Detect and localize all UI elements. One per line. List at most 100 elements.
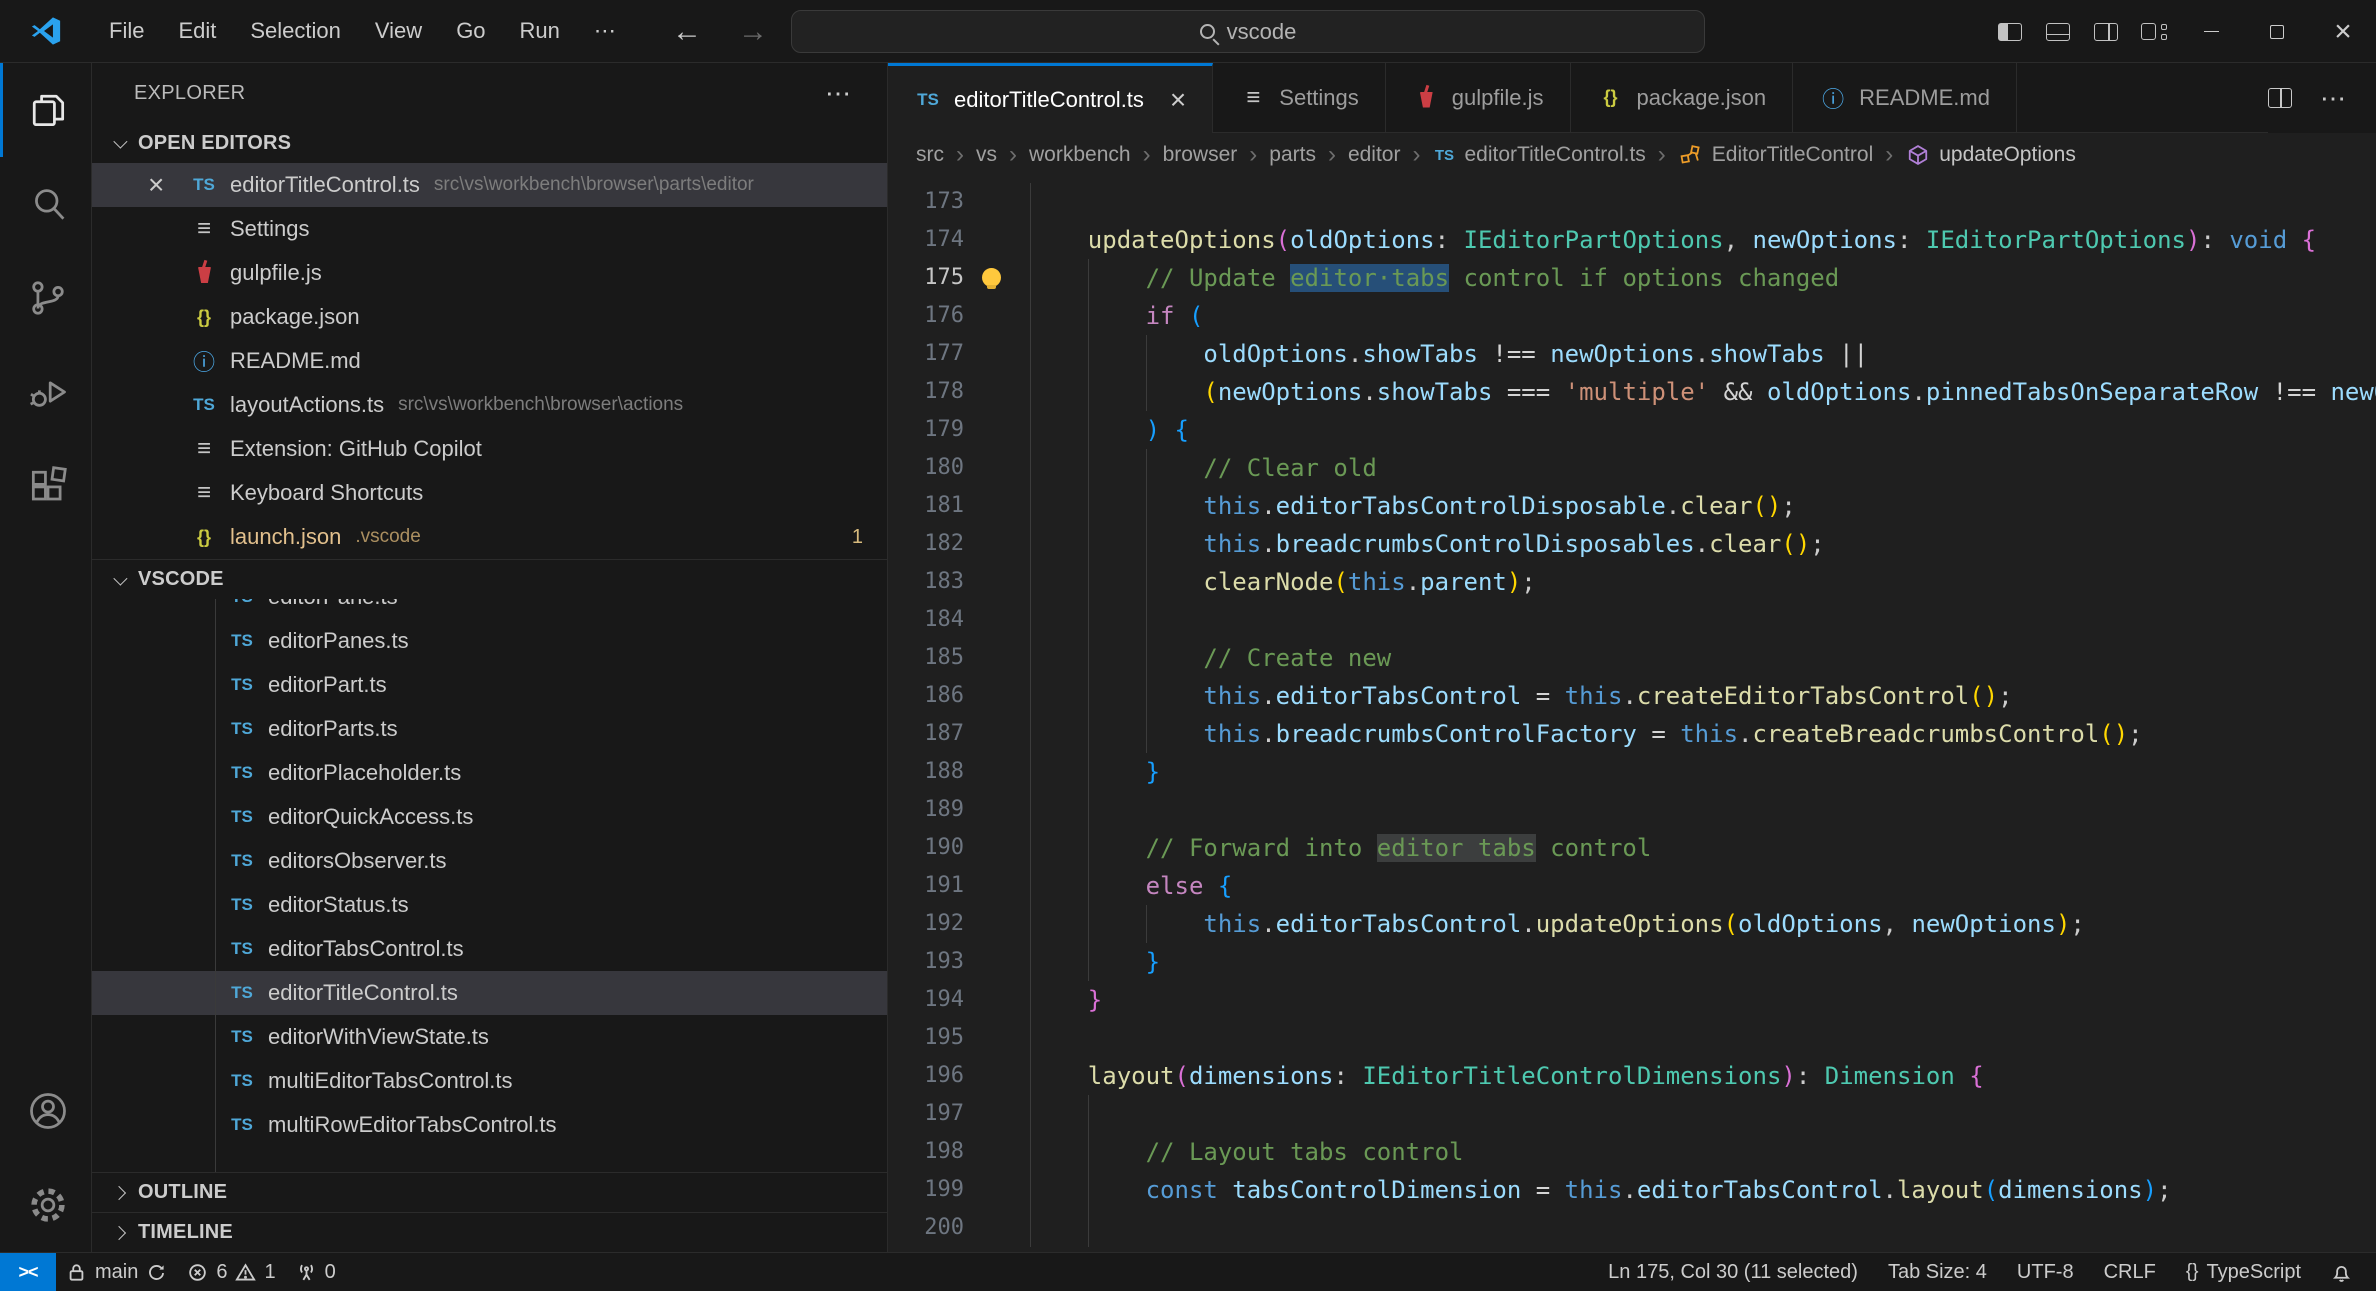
tree-item[interactable]: TS multiRowEditorTabsControl.ts xyxy=(92,1103,887,1147)
menu-selection[interactable]: Selection xyxy=(233,0,358,63)
indent-guide xyxy=(1030,487,1031,525)
minimize-button[interactable] xyxy=(2178,0,2244,63)
menu-view[interactable]: View xyxy=(358,0,439,63)
activity-explorer-icon[interactable] xyxy=(0,63,92,157)
tab-editorTitleControl.ts[interactable]: TS editorTitleControl.ts × xyxy=(888,63,1214,133)
tree-item[interactable]: TS editorWithViewState.ts xyxy=(92,1015,887,1059)
language-mode[interactable]: {} TypeScript xyxy=(2176,1253,2311,1291)
tab-package.json[interactable]: {} package.json xyxy=(1570,63,1794,132)
outline-section-header[interactable]: OUTLINE xyxy=(92,1172,887,1212)
menu-edit[interactable]: Edit xyxy=(161,0,233,63)
file-name: Extension: GitHub Copilot xyxy=(230,436,482,461)
line-number: 185 xyxy=(924,645,964,670)
activity-source-control-icon[interactable] xyxy=(0,251,92,345)
more-actions-icon[interactable]: ⋯ xyxy=(2320,83,2348,114)
file-name: editorTitleControl.ts xyxy=(230,172,420,197)
toggle-panel-button[interactable] xyxy=(2034,0,2082,63)
file-path: .vscode xyxy=(355,526,421,547)
notifications[interactable] xyxy=(2321,1253,2362,1291)
timeline-section-header[interactable]: TIMELINE xyxy=(92,1212,887,1252)
open-editor-item[interactable]: TS layoutActions.ts src\vs\workbench\brows… xyxy=(92,383,887,427)
lightbulb-icon[interactable] xyxy=(982,268,1001,289)
indent-guide xyxy=(1030,297,1031,335)
command-center-search[interactable]: vscode xyxy=(791,10,1705,53)
open-editors-list: × TS editorTitleControl.ts src\vs\workbench… xyxy=(92,163,887,559)
file-name: editorParts.ts xyxy=(268,716,398,741)
tree-item[interactable]: TS editorQuickAccess.ts xyxy=(92,795,887,839)
cursor-position[interactable]: Ln 175, Col 30 (11 selected) xyxy=(1598,1253,1868,1291)
activity-search-icon[interactable] xyxy=(0,157,92,251)
open-editor-item[interactable]: ≡ Extension: GitHub Copilot xyxy=(92,427,887,471)
tab-Settings[interactable]: ≡ Settings xyxy=(1213,63,1386,132)
ports-status[interactable]: 0 xyxy=(286,1253,346,1291)
customize-layout-button[interactable] xyxy=(2130,0,2178,63)
code-line: 199 const tabsControlDimension = this.edi… xyxy=(888,1171,2376,1209)
tab-gulpfile.js[interactable]: gulpfile.js xyxy=(1385,63,1571,132)
tree-item[interactable]: TS editorParts.ts xyxy=(92,707,887,751)
tree-item[interactable]: TS editorPanes.ts xyxy=(92,619,887,663)
tree-item[interactable]: TS editorPane.ts xyxy=(92,599,887,619)
tree-item[interactable]: TS editorPart.ts xyxy=(92,663,887,707)
open-editor-item[interactable]: {} package.json xyxy=(92,295,887,339)
tab-size[interactable]: Tab Size: 4 xyxy=(1878,1253,1997,1291)
breadcrumb-item[interactable]: TS editorTitleControl.ts xyxy=(1432,143,1646,167)
open-editor-item[interactable]: ≡ Settings xyxy=(92,207,887,251)
nav-forward-icon[interactable]: → xyxy=(738,0,768,63)
tab-README.md[interactable]: ⓘ README.md xyxy=(1793,63,2017,132)
explorer-sidebar: EXPLORER ⋯ OPEN EDITORS × TS editorTitleCo… xyxy=(92,63,888,1252)
activity-extensions-icon[interactable] xyxy=(0,439,92,533)
problems-status[interactable]: 6 1 xyxy=(177,1253,285,1291)
menu-more[interactable]: ⋯ xyxy=(577,0,633,63)
tree-item[interactable]: TS editorStatus.ts xyxy=(92,883,887,927)
breadcrumb-item[interactable]: browser xyxy=(1163,143,1238,167)
breadcrumb-item[interactable]: parts xyxy=(1269,143,1316,167)
toggle-sidebar-button[interactable] xyxy=(1986,0,2034,63)
split-editor-icon[interactable] xyxy=(2268,88,2292,108)
code-editor[interactable]: 173 174 updateOptions(oldOptions: IEditorP… xyxy=(888,177,2376,1252)
activity-accounts-icon[interactable] xyxy=(0,1064,92,1158)
branch-status[interactable]: main xyxy=(56,1253,177,1291)
ts-icon: TS xyxy=(228,599,256,611)
indent-guide xyxy=(1087,829,1089,867)
eol[interactable]: CRLF xyxy=(2094,1253,2166,1291)
open-editors-section-header[interactable]: OPEN EDITORS xyxy=(92,123,887,163)
breadcrumb-item[interactable]: editor xyxy=(1348,143,1401,167)
toggle-secondary-sidebar-button[interactable] xyxy=(2082,0,2130,63)
tree-item[interactable]: TS editorsObserver.ts xyxy=(92,839,887,883)
code-line: 175// Update editor·tabs control if opti… xyxy=(888,259,2376,297)
indent-guide xyxy=(1030,753,1031,791)
remote-indicator[interactable]: >< xyxy=(0,1252,56,1291)
breadcrumb-item[interactable]: vs xyxy=(976,143,997,167)
code-line: 181 this.editorTabsControlDisposable.clea… xyxy=(888,487,2376,525)
activity-run-debug-icon[interactable] xyxy=(0,345,92,439)
open-editor-item[interactable]: ≡ Keyboard Shortcuts xyxy=(92,471,887,515)
indent-guide xyxy=(1087,753,1089,791)
maximize-button[interactable] xyxy=(2244,0,2310,63)
close-icon[interactable]: × xyxy=(1170,85,1186,114)
breadcrumb-item[interactable]: EditorTitleControl xyxy=(1678,142,1873,168)
nav-back-icon[interactable]: ← xyxy=(672,0,702,63)
breadcrumb-item[interactable]: workbench xyxy=(1029,143,1131,167)
open-editor-item[interactable]: gulpfile.js xyxy=(92,251,887,295)
indent-guide xyxy=(1145,905,1147,943)
encoding[interactable]: UTF-8 xyxy=(2007,1253,2084,1291)
project-section-header[interactable]: VSCODE xyxy=(92,559,887,599)
open-editor-item[interactable]: ⓘ README.md xyxy=(92,339,887,383)
file-tree-rows: TS editorPane.ts TS editorPanes.ts TS editorP… xyxy=(92,599,887,1147)
tree-item[interactable]: TS editorTitleControl.ts xyxy=(92,971,887,1015)
tree-item[interactable]: TS editorTabsControl.ts xyxy=(92,927,887,971)
tree-item[interactable]: TS editorPlaceholder.ts xyxy=(92,751,887,795)
gulp-icon xyxy=(190,259,218,287)
breadcrumb-item[interactable]: updateOptions xyxy=(1905,142,2076,168)
menu-run[interactable]: Run xyxy=(503,0,577,63)
open-editor-item[interactable]: {} launch.json .vscode 1 xyxy=(92,515,887,559)
tree-item[interactable]: TS multiEditorTabsControl.ts xyxy=(92,1059,887,1103)
activity-settings-gear-icon[interactable] xyxy=(0,1158,92,1252)
sidebar-more-icon[interactable]: ⋯ xyxy=(825,78,853,109)
close-icon[interactable]: × xyxy=(148,171,164,199)
menu-file[interactable]: File xyxy=(92,0,161,63)
menu-go[interactable]: Go xyxy=(439,0,502,63)
close-button[interactable]: × xyxy=(2310,0,2376,63)
open-editor-item[interactable]: × TS editorTitleControl.ts src\vs\workbench… xyxy=(92,163,887,207)
breadcrumb-item[interactable]: src xyxy=(916,143,944,167)
